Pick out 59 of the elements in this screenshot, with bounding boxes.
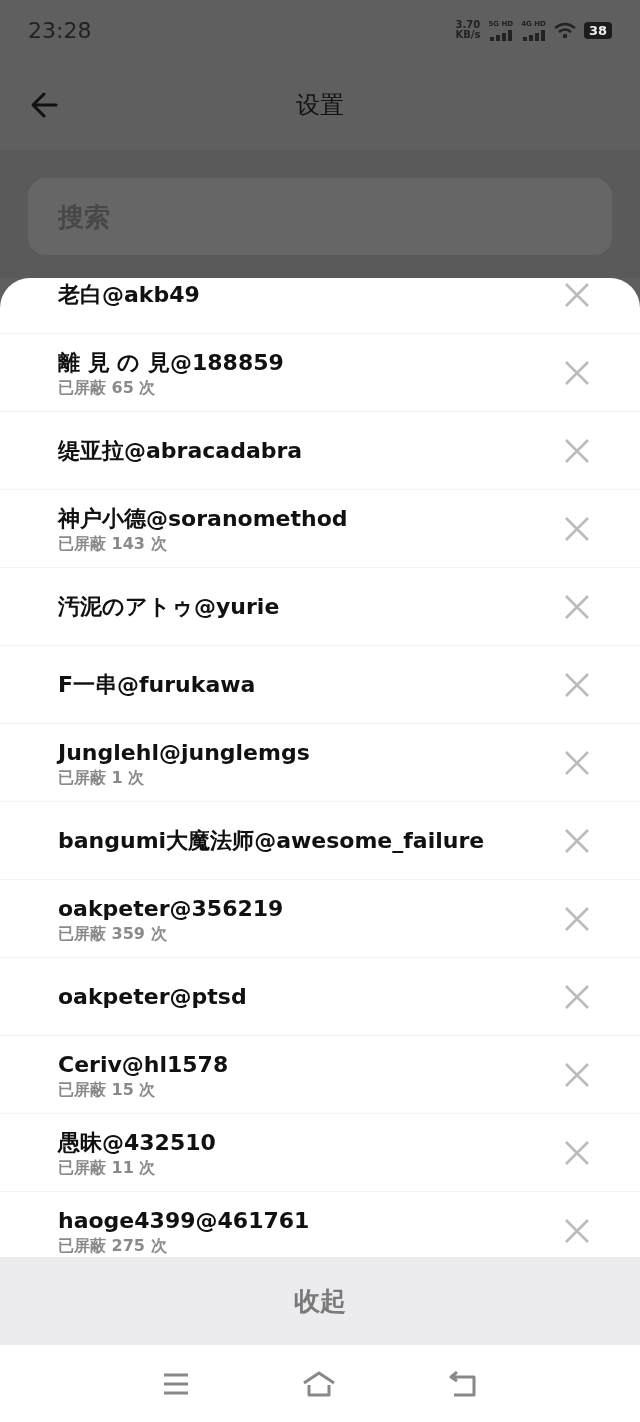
block-count: 已屏蔽 143 次 bbox=[58, 533, 168, 554]
block-count: 已屏蔽 15 次 bbox=[58, 1079, 157, 1100]
user-name: 老白@akb49 bbox=[58, 280, 201, 309]
remove-button[interactable] bbox=[564, 671, 590, 698]
remove-button[interactable] bbox=[564, 749, 590, 776]
signal-icon bbox=[522, 29, 545, 41]
close-icon bbox=[564, 749, 590, 776]
user-name: oakpeter@ptsd bbox=[58, 982, 248, 1011]
close-icon bbox=[564, 671, 590, 698]
wifi-icon bbox=[553, 21, 576, 39]
remove-button[interactable] bbox=[564, 359, 590, 386]
home-icon[interactable] bbox=[302, 1370, 336, 1397]
user-name: 缇亚拉@abracadabra bbox=[58, 436, 304, 465]
user-name: Junglehl@junglemgs bbox=[58, 738, 311, 767]
close-icon bbox=[564, 437, 590, 464]
remove-button[interactable] bbox=[564, 827, 590, 854]
remove-button[interactable] bbox=[564, 593, 590, 620]
user-name: F一串@furukawa bbox=[58, 670, 257, 699]
remove-button[interactable] bbox=[564, 1217, 590, 1244]
menu-icon[interactable] bbox=[162, 1371, 190, 1396]
network-speed: 3.70 bbox=[455, 20, 481, 30]
user-name: bangumi大魔法师@awesome_failure bbox=[58, 826, 486, 855]
back-icon[interactable] bbox=[30, 90, 60, 120]
close-icon bbox=[564, 515, 590, 542]
status-time: 23:28 bbox=[28, 17, 92, 43]
block-count: 已屏蔽 11 次 bbox=[58, 1157, 157, 1178]
close-icon bbox=[564, 905, 590, 932]
signal-icon bbox=[489, 29, 512, 41]
close-icon bbox=[564, 593, 590, 620]
close-icon bbox=[564, 983, 590, 1010]
remove-button[interactable] bbox=[564, 515, 590, 542]
user-name: 汚泥のアトゥ@yurie bbox=[58, 592, 281, 621]
remove-button[interactable] bbox=[564, 281, 590, 308]
remove-button[interactable] bbox=[564, 983, 590, 1010]
block-count: 已屏蔽 275 次 bbox=[58, 1235, 168, 1256]
block-count: 已屏蔽 359 次 bbox=[58, 923, 168, 944]
close-icon bbox=[564, 827, 590, 854]
user-name: 離 見 の 見@188859 bbox=[58, 348, 285, 377]
remove-button[interactable] bbox=[564, 905, 590, 932]
close-icon bbox=[564, 1139, 590, 1166]
block-count: 已屏蔽 1 次 bbox=[58, 767, 146, 788]
close-icon bbox=[564, 281, 590, 308]
user-name: Ceriv@hl1578 bbox=[58, 1050, 230, 1079]
block-count: 已屏蔽 65 次 bbox=[58, 377, 157, 398]
user-name: 神户小德@soranomethod bbox=[58, 504, 349, 533]
remove-button[interactable] bbox=[564, 437, 590, 464]
remove-button[interactable] bbox=[564, 1061, 590, 1088]
user-name: 愚昧@432510 bbox=[58, 1128, 217, 1157]
user-name: oakpeter@356219 bbox=[58, 894, 285, 923]
collapse-button[interactable]: 收起 bbox=[0, 1257, 640, 1345]
user-name: haoge4399@461761 bbox=[58, 1206, 311, 1235]
close-icon bbox=[564, 1061, 590, 1088]
speed-unit: KB/s bbox=[455, 30, 481, 40]
back-icon[interactable] bbox=[448, 1370, 478, 1397]
battery-level: 38 bbox=[583, 21, 612, 39]
remove-button[interactable] bbox=[564, 1139, 590, 1166]
close-icon bbox=[564, 359, 590, 386]
page-title: 设置 bbox=[296, 90, 344, 121]
close-icon bbox=[564, 1217, 590, 1244]
